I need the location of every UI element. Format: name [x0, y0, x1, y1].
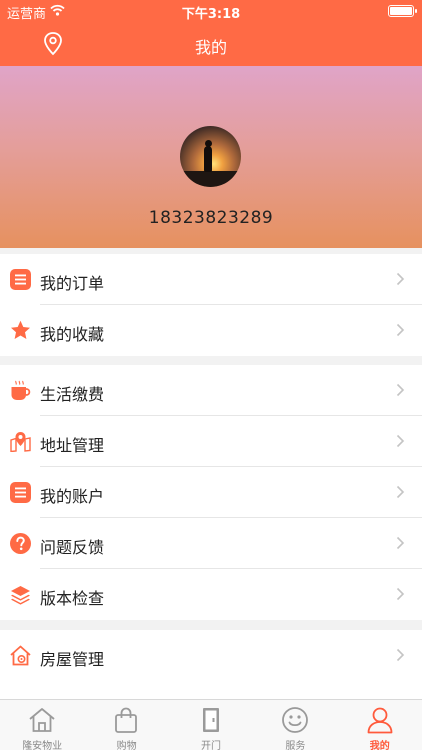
- tab-home[interactable]: 隆安物业: [0, 700, 84, 750]
- menu-item-feedback[interactable]: 问题反馈: [0, 518, 422, 569]
- menu-group-house: 房屋管理: [0, 630, 422, 699]
- tab-label: 购物: [116, 741, 137, 750]
- chevron-right-icon: [396, 434, 405, 448]
- menu-group-services: 生活缴费 地址管理 我的账户 问题反馈 版本检查: [0, 365, 422, 620]
- menu-item-label: 问题反馈: [40, 538, 105, 557]
- menu-item-label: 地址管理: [40, 436, 105, 455]
- tab-shopping[interactable]: 购物: [84, 700, 168, 750]
- chevron-right-icon: [396, 536, 405, 550]
- page-title: 我的: [194, 38, 227, 57]
- chevron-right-icon: [396, 272, 405, 286]
- menu-item-version-check[interactable]: 版本检查: [0, 569, 422, 620]
- menu-item-address-management[interactable]: 地址管理: [0, 416, 422, 467]
- door-icon: [202, 708, 219, 732]
- chevron-right-icon: [396, 323, 405, 337]
- order-list-icon: [10, 269, 31, 290]
- menu-item-bill-payment[interactable]: 生活缴费: [0, 365, 422, 416]
- phone-number: 18323823289: [148, 208, 274, 228]
- tab-label: 隆安物业: [22, 741, 63, 750]
- shopping-bag-icon: [115, 707, 138, 733]
- tab-label: 服务: [285, 741, 306, 750]
- map-pin-icon: [10, 432, 31, 452]
- menu-item-my-account[interactable]: 我的账户: [0, 467, 422, 518]
- home-icon: [29, 708, 55, 732]
- menu-item-label: 我的收藏: [40, 325, 105, 344]
- avatar[interactable]: [180, 126, 241, 187]
- tab-label: 我的: [369, 741, 390, 750]
- tab-service[interactable]: 服务: [253, 700, 337, 750]
- nav-bar: 我的: [0, 22, 422, 66]
- coffee-cup-icon: [11, 380, 31, 400]
- smiley-icon: [282, 707, 309, 733]
- question-icon: [10, 533, 31, 554]
- tab-bar: 隆安物业 购物 开门 服务 我的: [0, 699, 422, 750]
- status-time: 下午3:18: [181, 7, 241, 22]
- menu-item-label: 我的账户: [40, 487, 105, 506]
- menu-item-my-favorites[interactable]: 我的收藏: [0, 305, 422, 356]
- star-icon: [11, 320, 30, 339]
- menu-item-house-management[interactable]: 房屋管理: [0, 630, 422, 681]
- menu-item-my-orders[interactable]: 我的订单: [0, 254, 422, 305]
- menu-item-label: 房屋管理: [40, 650, 105, 669]
- house-settings-icon: [10, 645, 31, 666]
- account-list-icon: [10, 482, 31, 503]
- chevron-right-icon: [396, 383, 405, 397]
- tab-mine[interactable]: 我的: [338, 700, 422, 750]
- tab-open-door[interactable]: 开门: [169, 700, 253, 750]
- menu-item-label: 我的订单: [40, 274, 105, 293]
- chevron-right-icon: [396, 648, 405, 662]
- menu-item-label: 生活缴费: [40, 385, 105, 404]
- status-bar: 运营商 下午3:18: [0, 0, 422, 22]
- menu-group-orders: 我的订单 我的收藏: [0, 254, 422, 356]
- profile-header: 18323823289: [0, 66, 422, 248]
- chevron-right-icon: [396, 485, 405, 499]
- user-icon: [367, 707, 392, 734]
- menu-item-label: 版本检查: [40, 589, 105, 608]
- layers-icon: [11, 586, 30, 605]
- battery-icon: [388, 5, 417, 17]
- tab-label: 开门: [200, 741, 221, 750]
- chevron-right-icon: [396, 587, 405, 601]
